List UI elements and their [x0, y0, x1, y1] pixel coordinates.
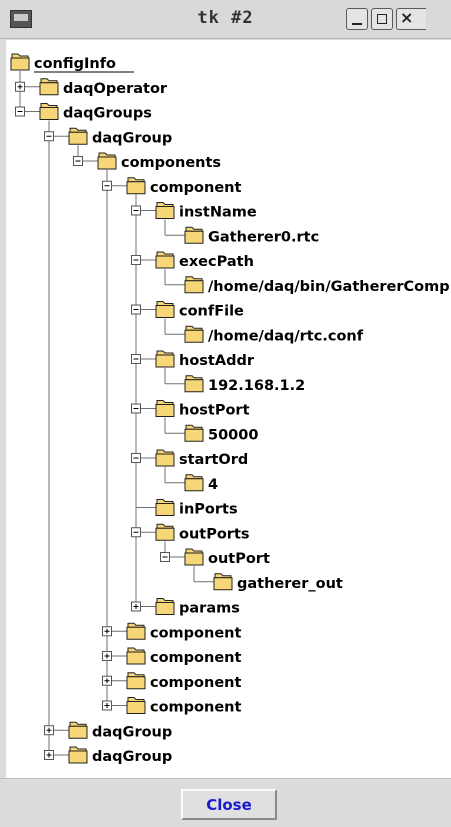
tree-node-label[interactable]: component — [150, 650, 241, 666]
minimize-button[interactable] — [346, 8, 368, 30]
folder-tab — [40, 78, 58, 84]
folder-icon[interactable] — [155, 404, 175, 417]
button-bar: Close — [0, 778, 451, 827]
folder-tab — [127, 177, 145, 183]
folder-icon[interactable] — [155, 305, 175, 318]
tree-node-label[interactable]: hostPort — [179, 403, 250, 419]
folder-icon[interactable] — [155, 453, 175, 467]
folder-tab — [127, 672, 145, 678]
maximize-icon — [377, 14, 387, 24]
folder-icon[interactable] — [155, 602, 175, 615]
tree-node-label[interactable]: daqGroups — [63, 106, 152, 122]
folder-icon[interactable] — [126, 676, 146, 690]
maximize-button[interactable] — [371, 8, 393, 30]
folder-icon[interactable] — [184, 428, 204, 442]
tree-node-label[interactable]: gatherer_out — [237, 576, 343, 592]
tree-node-label[interactable]: /home/daq/bin/GathererComp — [208, 279, 450, 295]
folder-icon[interactable] — [10, 57, 30, 71]
folder-icon[interactable] — [184, 552, 204, 566]
tree-node-label[interactable]: configInfo — [34, 56, 116, 72]
folder-tab — [127, 647, 145, 653]
folder-tab — [127, 697, 145, 702]
tree-node-label[interactable]: 192.168.1.2 — [208, 378, 305, 394]
tree-node-label[interactable]: daqGroup — [92, 724, 172, 740]
tree-node-label[interactable]: execPath — [179, 254, 254, 270]
folder-icon[interactable] — [97, 156, 117, 170]
tree-node-label[interactable]: /home/daq/rtc.conf — [208, 328, 364, 344]
folder-tab — [69, 721, 87, 727]
folder-tab — [11, 53, 29, 59]
tree-node-label[interactable]: component — [150, 675, 241, 691]
folder-icon[interactable] — [68, 131, 88, 145]
folder-icon[interactable] — [39, 82, 59, 96]
folder-icon[interactable] — [184, 478, 204, 492]
folder-tab — [185, 474, 203, 480]
folder-tab — [185, 276, 203, 282]
folder-tab — [214, 573, 232, 579]
folder-icon[interactable] — [126, 626, 146, 640]
folder-icon[interactable] — [213, 577, 233, 591]
folder-tab — [156, 202, 174, 207]
tree-node-label[interactable]: Gatherer0.rtc — [208, 229, 319, 245]
close-window-button[interactable]: × — [396, 8, 426, 30]
minimize-icon — [352, 23, 362, 25]
folder-icon[interactable] — [126, 181, 146, 195]
folder-icon[interactable] — [126, 701, 146, 714]
tree-node-label[interactable]: components — [121, 155, 221, 171]
folder-tab — [156, 598, 174, 603]
tree-node-label[interactable]: 50000 — [208, 427, 258, 443]
tree-view[interactable]: configInfo daqOperator daqGroups daqGroup co… — [6, 40, 451, 778]
folder-tab — [69, 746, 87, 752]
folder-icon[interactable] — [126, 651, 146, 665]
folder-icon[interactable] — [155, 503, 175, 516]
folder-tab — [156, 251, 174, 257]
tk-window: tk #2 × configInfo daqOperator daqGroups da… — [0, 0, 451, 827]
folder-icon[interactable] — [184, 230, 204, 244]
folder-tab — [185, 424, 203, 430]
folder-tab — [127, 622, 145, 628]
tree-node-label[interactable]: daqOperator — [63, 81, 168, 97]
tree-node-label[interactable]: component — [150, 700, 241, 716]
folder-tab — [185, 375, 203, 381]
folder-icon[interactable] — [155, 527, 175, 541]
tree-node-label[interactable]: component — [150, 180, 241, 196]
folder-icon[interactable] — [155, 354, 175, 368]
tree-node-label[interactable]: instName — [179, 205, 257, 221]
folder-tab — [156, 499, 174, 504]
tree-canvas: configInfo daqOperator daqGroups daqGroup co… — [10, 53, 450, 765]
folder-icon[interactable] — [68, 725, 88, 739]
title-bar[interactable]: tk #2 × — [0, 0, 451, 39]
close-button[interactable]: Close — [181, 789, 277, 820]
folder-tab — [185, 325, 203, 331]
tree-node-label[interactable]: params — [179, 601, 240, 617]
folder-tab — [156, 350, 174, 356]
folder-tab — [156, 400, 174, 405]
tree-node-label[interactable]: component — [150, 625, 241, 641]
folder-icon[interactable] — [155, 206, 175, 219]
folder-tab — [156, 301, 174, 306]
tree-node-label[interactable]: 4 — [208, 477, 218, 493]
folder-icon[interactable] — [184, 379, 204, 393]
folder-tab — [69, 127, 87, 133]
tree-node-label[interactable]: hostAddr — [179, 353, 255, 369]
folder-tab — [98, 152, 116, 158]
folder-icon[interactable] — [184, 280, 204, 294]
folder-tab — [156, 449, 174, 455]
tree-node-label[interactable]: startOrd — [179, 452, 248, 468]
folder-tab — [40, 103, 58, 108]
folder-icon[interactable] — [184, 329, 204, 343]
tree-node-label[interactable]: daqGroup — [92, 749, 172, 765]
folder-icon[interactable] — [68, 750, 88, 764]
folder-icon[interactable] — [155, 255, 175, 269]
tree-node-label[interactable]: confFile — [179, 304, 244, 320]
tree-node-label[interactable]: outPort — [208, 551, 270, 567]
folder-tab — [185, 226, 203, 232]
tree-node-label[interactable]: outPorts — [179, 526, 250, 542]
tree-node-label[interactable]: inPorts — [179, 502, 238, 518]
tree-node-label[interactable]: daqGroup — [92, 130, 172, 146]
close-icon: × — [400, 8, 414, 27]
folder-tab — [156, 523, 174, 529]
folder-icon[interactable] — [39, 107, 59, 120]
folder-tab — [185, 548, 203, 554]
